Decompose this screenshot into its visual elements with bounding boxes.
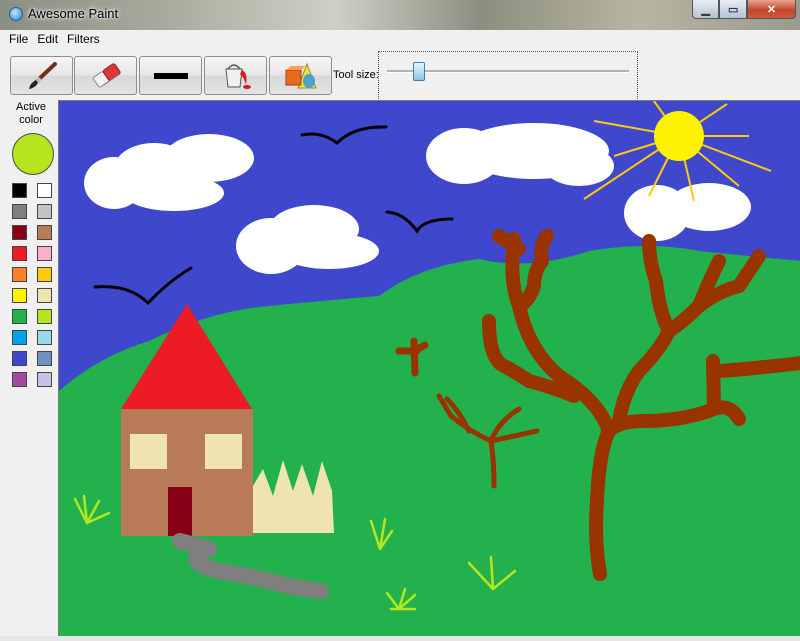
menu-filters[interactable]: Filters bbox=[63, 31, 105, 49]
brush-tool-button[interactable] bbox=[10, 56, 73, 95]
line-icon bbox=[153, 72, 188, 79]
color-swatch[interactable] bbox=[37, 225, 52, 240]
window-controls: ▁ ▭ ✕ bbox=[692, 0, 797, 19]
color-swatch[interactable] bbox=[37, 183, 52, 198]
minimize-button[interactable]: ▁ bbox=[692, 0, 720, 19]
house-door bbox=[168, 487, 192, 536]
menu-bar: File Edit Filters bbox=[1, 31, 799, 49]
color-swatch[interactable] bbox=[12, 309, 27, 324]
color-swatch[interactable] bbox=[37, 351, 52, 366]
sun bbox=[654, 111, 704, 161]
eraser-tool-button[interactable] bbox=[74, 56, 137, 95]
drawing-canvas[interactable] bbox=[58, 100, 800, 637]
window-title: Awesome Paint bbox=[28, 6, 119, 21]
close-icon: ✕ bbox=[766, 3, 777, 16]
eraser-icon bbox=[92, 62, 121, 88]
app-icon[interactable] bbox=[9, 7, 23, 21]
active-color-indicator bbox=[12, 133, 54, 175]
active-color-label: Active color bbox=[16, 101, 46, 126]
slider-thumb[interactable] bbox=[413, 62, 426, 81]
maximize-icon: ▭ bbox=[728, 3, 739, 16]
tool-size-slider[interactable] bbox=[378, 51, 638, 101]
color-swatch[interactable] bbox=[37, 204, 52, 219]
shapes-icon bbox=[285, 62, 317, 88]
color-swatch[interactable] bbox=[12, 267, 27, 282]
painting[interactable] bbox=[59, 101, 800, 637]
color-swatch[interactable] bbox=[12, 183, 27, 198]
line-tool-button[interactable] bbox=[139, 56, 202, 95]
color-swatch[interactable] bbox=[37, 288, 52, 303]
shapes-tool-button[interactable] bbox=[269, 56, 332, 95]
title-bar[interactable]: Awesome Paint ▁ ▭ ✕ bbox=[0, 0, 800, 30]
color-swatch[interactable] bbox=[37, 246, 52, 261]
color-swatch[interactable] bbox=[37, 372, 52, 387]
minimize-icon: ▁ bbox=[701, 3, 710, 16]
house-window bbox=[130, 434, 167, 469]
paintbrush-icon bbox=[28, 61, 57, 89]
app-window: Awesome Paint ▁ ▭ ✕ File Edit Filters To… bbox=[0, 0, 800, 641]
tool-size-label: Tool size: bbox=[333, 69, 379, 81]
menu-file[interactable]: File bbox=[1, 31, 33, 49]
color-swatch[interactable] bbox=[12, 372, 27, 387]
menu-edit[interactable]: Edit bbox=[33, 31, 63, 49]
maximize-button[interactable]: ▭ bbox=[719, 0, 747, 19]
close-button[interactable]: ✕ bbox=[746, 0, 797, 19]
color-palette: Active color bbox=[0, 100, 58, 641]
house-window bbox=[205, 434, 242, 469]
color-swatch[interactable] bbox=[12, 246, 27, 261]
color-swatch[interactable] bbox=[12, 225, 27, 240]
color-swatch[interactable] bbox=[12, 330, 27, 345]
cloud bbox=[426, 123, 614, 186]
fill-tool-button[interactable] bbox=[204, 56, 267, 95]
bottom-border bbox=[0, 636, 800, 641]
color-swatch[interactable] bbox=[37, 309, 52, 324]
color-swatch[interactable] bbox=[12, 204, 27, 219]
color-swatch[interactable] bbox=[37, 330, 52, 345]
paint-bucket-icon bbox=[224, 63, 251, 89]
color-swatch[interactable] bbox=[37, 267, 52, 282]
color-swatch[interactable] bbox=[12, 351, 27, 366]
color-swatch[interactable] bbox=[12, 288, 27, 303]
